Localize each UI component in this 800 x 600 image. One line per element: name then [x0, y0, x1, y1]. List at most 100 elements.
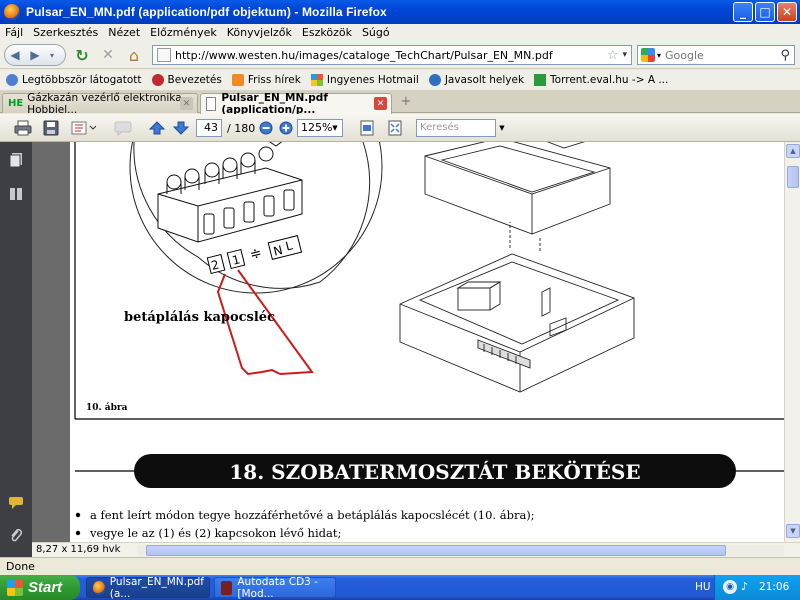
- bookmark-hotmail[interactable]: Ingyenes Hotmail: [310, 74, 419, 86]
- new-tab-button[interactable]: +: [397, 94, 415, 110]
- firefox-icon: [93, 580, 105, 595]
- menu-view[interactable]: Nézet: [103, 26, 145, 39]
- autodata-icon: [221, 580, 233, 595]
- wiring-diagram: 2 1 ≑ N L betáplálás kapocsléc 10. ábra …: [74, 142, 784, 540]
- tab-label: Gázkazán vezérlő elektronika - Hobbiel..…: [27, 91, 189, 116]
- taskbar-item-firefox[interactable]: Pulsar_EN_MN.pdf (a...: [86, 576, 210, 600]
- minimize-button[interactable]: _: [733, 2, 753, 22]
- windows-icon: [310, 74, 323, 86]
- url-text[interactable]: http://www.westen.hu/images/cataloge_Tec…: [175, 49, 607, 62]
- system-tray: HU ◉ ♪ 21:06: [695, 575, 800, 600]
- stop-button[interactable]: ✕: [98, 44, 118, 66]
- horizontal-scrollbar[interactable]: [138, 545, 784, 556]
- chevron-down-icon: ▼: [332, 124, 338, 132]
- bookmarks-panel-icon[interactable]: [8, 186, 24, 204]
- zoom-out-icon[interactable]: [258, 118, 274, 138]
- search-icon[interactable]: ⚲: [780, 48, 790, 63]
- ie-icon: [428, 74, 441, 86]
- scroll-down-icon[interactable]: ▼: [786, 524, 800, 538]
- bookmark-most-visited[interactable]: Legtöbbször látogatott: [6, 74, 142, 86]
- favicon-he: HE: [8, 98, 24, 109]
- network-icon[interactable]: ◉: [723, 580, 737, 594]
- status-text: Done: [6, 560, 35, 573]
- windows-flag-icon: [7, 579, 23, 596]
- bookmark-getting-started[interactable]: Bevezetés: [151, 74, 222, 86]
- pdf-page: 2 1 ≑ N L betáplálás kapocsléc 10. ábra …: [70, 142, 784, 542]
- section-title: 18. SZOBATERMOSZTÁT BEKÖTÉSE: [229, 459, 640, 484]
- save-icon[interactable]: [40, 118, 62, 138]
- menu-history[interactable]: Előzmények: [145, 26, 222, 39]
- menu-edit[interactable]: Szerkesztés: [28, 26, 103, 39]
- pdf-info-strip: 8,27 x 11,69 hvk: [32, 542, 800, 557]
- url-dropdown-icon[interactable]: ▾: [622, 50, 627, 60]
- close-tab-icon[interactable]: ✕: [180, 97, 193, 110]
- print-icon[interactable]: [12, 118, 34, 138]
- history-dropdown-icon[interactable]: ▾: [45, 51, 59, 60]
- zoom-level-select[interactable]: 125% ▼: [297, 119, 343, 137]
- reload-button[interactable]: ↻: [72, 44, 92, 66]
- search-engine-dropdown-icon[interactable]: ▾: [657, 51, 661, 60]
- volume-icon[interactable]: ♪: [741, 580, 753, 594]
- scroll-thumb[interactable]: [787, 166, 799, 188]
- tab-hobbielektronika[interactable]: HE Gázkazán vezérlő elektronika - Hobbie…: [2, 91, 198, 116]
- chevron-down-icon[interactable]: ▼: [496, 119, 508, 137]
- previous-page-icon[interactable]: [148, 118, 166, 138]
- comments-icon[interactable]: [8, 496, 24, 514]
- bookmark-suggested-sites[interactable]: Javasolt helyek: [428, 74, 524, 86]
- pages-icon[interactable]: [8, 152, 24, 170]
- vertical-scrollbar[interactable]: ▲ ▼: [784, 142, 800, 542]
- bookmark-torrent[interactable]: Torrent.eval.hu -> A ...: [534, 74, 668, 86]
- next-page-icon[interactable]: [172, 118, 190, 138]
- menu-file[interactable]: Fájl: [0, 26, 28, 39]
- check-icon: [534, 74, 547, 86]
- horizontal-scroll-thumb[interactable]: [146, 545, 726, 556]
- pdf-search-input[interactable]: Keresés: [416, 119, 496, 137]
- firefox-icon: [4, 4, 20, 20]
- home-button[interactable]: ⌂: [124, 44, 144, 66]
- taskbar: Start Pulsar_EN_MN.pdf (a... Autodata CD…: [0, 575, 800, 600]
- back-button[interactable]: ◀: [5, 48, 25, 62]
- pdf-viewport[interactable]: 2 1 ≑ N L betáplálás kapocsléc 10. ábra …: [32, 142, 784, 542]
- attachment-icon[interactable]: [8, 528, 24, 546]
- forward-button[interactable]: ▶: [25, 48, 45, 62]
- back-forward-group: ◀ ▶ ▾: [4, 44, 66, 66]
- bug-icon: [151, 74, 164, 86]
- email-attach-icon[interactable]: [68, 118, 98, 138]
- bullet-item-1: a fent leírt módon tegye hozzáférhetővé …: [90, 508, 535, 522]
- url-bar[interactable]: http://www.westen.hu/images/cataloge_Tec…: [152, 45, 632, 65]
- menu-bar: Fájl Szerkesztés Nézet Előzmények Könyvj…: [0, 24, 800, 41]
- close-window-button[interactable]: ✕: [777, 2, 797, 22]
- earth-symbol: ≑: [248, 245, 263, 263]
- language-indicator[interactable]: HU: [695, 581, 711, 593]
- pdf-page-icon: [206, 97, 217, 111]
- close-tab-icon[interactable]: ✕: [374, 97, 387, 110]
- rss-icon: [231, 74, 244, 86]
- pdf-toolbar: 43 / 180 125% ▼ Keresés ▼: [0, 114, 800, 142]
- start-button[interactable]: Start: [0, 575, 80, 600]
- page-icon: [157, 48, 171, 62]
- tab-pulsar-pdf[interactable]: Pulsar_EN_MN.pdf (application/p... ✕: [200, 92, 392, 116]
- menu-tools[interactable]: Eszközök: [297, 26, 357, 39]
- tab-label: Pulsar_EN_MN.pdf (application/p...: [221, 92, 328, 116]
- google-icon[interactable]: [641, 48, 655, 62]
- status-bar: Done: [0, 557, 800, 575]
- search-input[interactable]: [665, 48, 776, 62]
- scroll-up-icon[interactable]: ▲: [786, 144, 800, 158]
- comment-icon[interactable]: [112, 118, 134, 138]
- page-number-input[interactable]: 43: [196, 119, 222, 137]
- window-titlebar: Pulsar_EN_MN.pdf (application/pdf objekt…: [0, 0, 800, 24]
- taskbar-item-autodata[interactable]: Autodata CD3 - [Mod...: [214, 576, 336, 600]
- fit-page-icon[interactable]: [386, 118, 404, 138]
- fit-width-icon[interactable]: [358, 118, 376, 138]
- bookmark-latest-news[interactable]: Friss hírek: [231, 74, 301, 86]
- zoom-in-icon[interactable]: [278, 118, 294, 138]
- window-title: Pulsar_EN_MN.pdf (application/pdf objekt…: [26, 5, 387, 19]
- web-search-box[interactable]: ▾ ⚲: [637, 45, 795, 65]
- menu-bookmarks[interactable]: Könyvjelzők: [222, 26, 297, 39]
- maximize-button[interactable]: □: [755, 2, 775, 22]
- bullet-item-2: vegye le az (1) és (2) kapcsokon lévő hi…: [89, 526, 341, 540]
- figure-label: 10. ábra: [86, 402, 128, 413]
- bookmark-star-icon[interactable]: ☆: [607, 48, 619, 63]
- menu-help[interactable]: Súgó: [357, 26, 395, 39]
- firefox-icon: [6, 74, 18, 86]
